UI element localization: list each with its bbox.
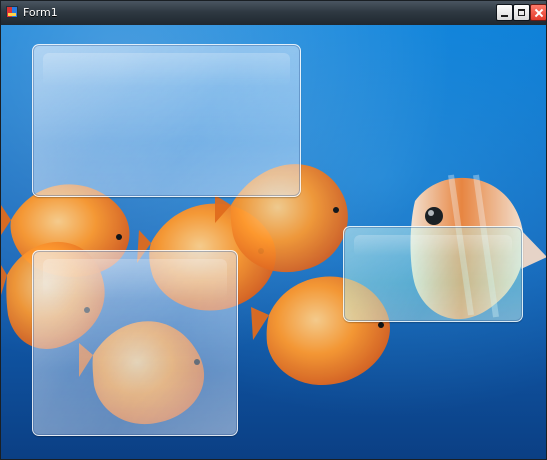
title-bar[interactable]: Form1	[1, 1, 546, 26]
glass-panel-top-left	[32, 44, 301, 197]
glass-panel-bottom-left	[32, 250, 238, 436]
window-title: Form1	[23, 6, 58, 19]
maximize-button[interactable]	[513, 4, 530, 21]
minimize-button[interactable]	[496, 4, 513, 21]
close-button[interactable]	[530, 4, 546, 21]
app-window: Form1	[0, 0, 547, 460]
glass-panel-right	[343, 226, 523, 322]
client-area	[1, 25, 546, 459]
app-icon	[6, 6, 18, 18]
